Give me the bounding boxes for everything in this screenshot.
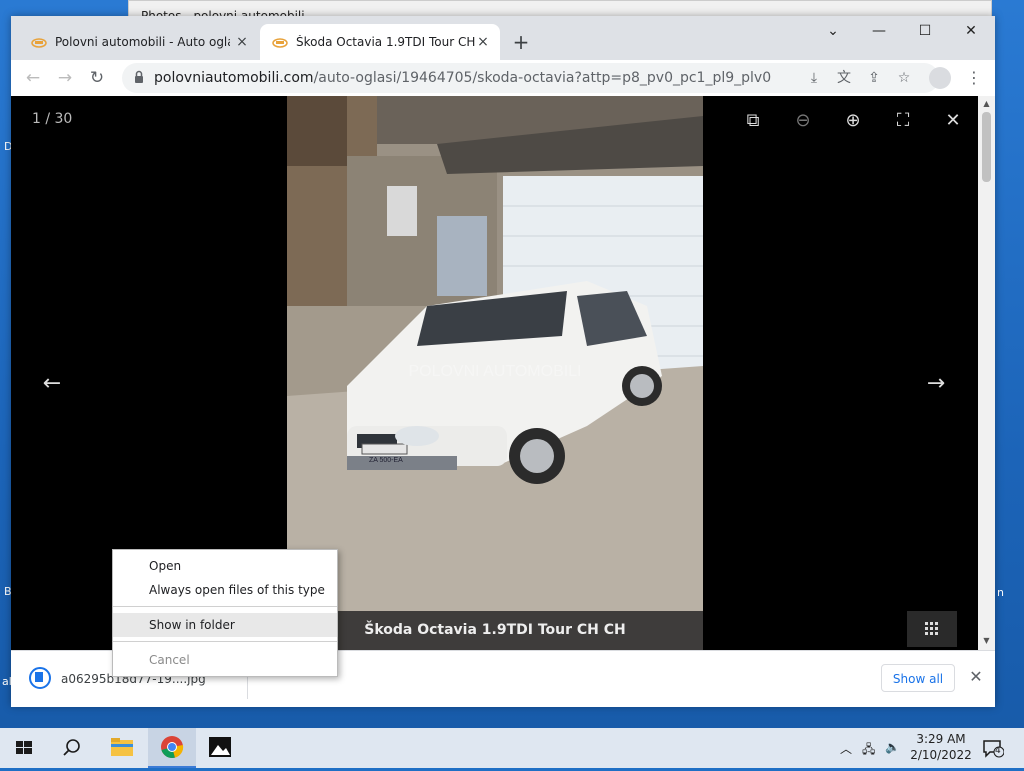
tab-close-icon[interactable]: × bbox=[474, 33, 492, 51]
reload-button[interactable]: ↻ bbox=[85, 66, 109, 90]
scroll-down-icon[interactable]: ▼ bbox=[978, 636, 995, 645]
copy-icon[interactable]: ⧉ bbox=[740, 108, 766, 134]
photo-watermark: POLOVNI AUTOMOBILI bbox=[408, 363, 581, 380]
zoom-out-icon[interactable]: ⊖ bbox=[790, 108, 816, 134]
taskbar: ︿ 🖧 🔈 3:29 AM 2/10/2022 4 bbox=[0, 728, 1024, 768]
menu-separator bbox=[113, 641, 337, 642]
fullscreen-icon[interactable]: ⛶ bbox=[890, 108, 916, 134]
license-plate-text: ZA 500-EA bbox=[369, 457, 403, 464]
menu-item-cancel[interactable]: Cancel bbox=[113, 648, 337, 672]
page-scrollbar[interactable]: ▲ ▼ bbox=[978, 96, 995, 650]
show-hidden-icons-icon[interactable]: ︿ bbox=[840, 740, 852, 757]
tab-polovni-automobili[interactable]: Polovni automobili - Auto oglasi × bbox=[19, 24, 259, 60]
scrollbar-thumb[interactable] bbox=[982, 112, 991, 182]
start-button[interactable] bbox=[0, 728, 48, 768]
file-explorer-button[interactable] bbox=[98, 728, 146, 768]
menu-separator bbox=[113, 606, 337, 607]
tab-skoda-octavia[interactable]: Škoda Octavia 1.9TDI Tour CH CH × bbox=[260, 24, 500, 60]
address-bar[interactable]: polovniautomobili.com/auto-oglasi/194647… bbox=[122, 63, 939, 93]
photo-caption: Škoda Octavia 1.9TDI Tour CH CH bbox=[287, 611, 703, 650]
volume-muted-icon[interactable]: 🔈 bbox=[885, 740, 900, 754]
share-icon[interactable]: ⇪ bbox=[865, 69, 883, 87]
zoom-in-icon[interactable]: ⊕ bbox=[840, 108, 866, 134]
network-icon[interactable]: 🖧 bbox=[862, 740, 875, 761]
close-window-button[interactable]: ✕ bbox=[948, 16, 994, 48]
windows-logo-icon bbox=[16, 741, 32, 754]
menu-item-show-in-folder[interactable]: Show in folder bbox=[113, 613, 337, 637]
chrome-taskbar-button[interactable] bbox=[148, 728, 196, 768]
install-app-icon[interactable]: ⤓ bbox=[805, 69, 823, 87]
car-photo-image: POLOVNI AUTOMOBILI ZA 500-EA bbox=[287, 96, 703, 650]
site-favicon-icon bbox=[31, 38, 47, 48]
notifications-button[interactable]: 4 bbox=[982, 738, 1005, 758]
tab-close-icon[interactable]: × bbox=[233, 33, 251, 51]
folder-icon bbox=[111, 738, 133, 756]
grid-icon bbox=[925, 622, 938, 635]
search-tabs-icon[interactable]: ⌄ bbox=[810, 16, 856, 48]
close-shelf-icon[interactable]: ✕ bbox=[967, 668, 985, 686]
clock-time: 3:29 AM bbox=[916, 732, 966, 746]
url-path: /auto-oglasi/19464705/skoda-octavia?attp… bbox=[313, 70, 772, 86]
clock[interactable]: 3:29 AM 2/10/2022 bbox=[906, 731, 976, 763]
previous-image-arrow-icon[interactable]: ← bbox=[37, 372, 67, 396]
new-tab-button[interactable]: + bbox=[511, 32, 531, 52]
chrome-icon bbox=[161, 736, 184, 758]
chrome-menu-icon[interactable]: ⋮ bbox=[966, 67, 982, 89]
tab-strip: Polovni automobili - Auto oglasi × Škoda… bbox=[11, 16, 995, 60]
minimize-button[interactable]: — bbox=[856, 16, 902, 48]
menu-item-open[interactable]: Open bbox=[113, 554, 337, 578]
scroll-up-icon[interactable]: ▲ bbox=[978, 99, 995, 108]
photos-taskbar-button[interactable] bbox=[196, 728, 244, 768]
url-host: polovniautomobili.com bbox=[154, 70, 314, 86]
lock-icon[interactable] bbox=[134, 70, 144, 84]
download-context-menu: Open Always open files of this type Show… bbox=[112, 549, 338, 677]
next-image-arrow-icon[interactable]: → bbox=[921, 372, 951, 396]
search-button[interactable] bbox=[48, 728, 96, 768]
profile-avatar-icon[interactable] bbox=[929, 67, 951, 89]
tab-title: Polovni automobili - Auto oglasi bbox=[55, 35, 230, 49]
tab-title: Škoda Octavia 1.9TDI Tour CH CH bbox=[296, 35, 478, 49]
menu-item-always-open[interactable]: Always open files of this type bbox=[113, 578, 337, 602]
thumbnail-grid-button[interactable] bbox=[907, 611, 957, 647]
car-photo[interactable]: POLOVNI AUTOMOBILI ZA 500-EA bbox=[287, 96, 703, 650]
site-favicon-icon bbox=[272, 38, 288, 48]
show-all-button[interactable]: Show all bbox=[881, 664, 955, 692]
url-text[interactable]: polovniautomobili.com/auto-oglasi/194647… bbox=[154, 70, 771, 86]
image-file-icon bbox=[29, 667, 51, 689]
toolbar: ← → ↻ polovniautomobili.com/auto-oglasi/… bbox=[11, 60, 995, 97]
translate-icon[interactable]: 文 bbox=[835, 69, 853, 87]
maximize-button[interactable]: ☐ bbox=[902, 16, 948, 48]
forward-button[interactable]: → bbox=[53, 66, 77, 90]
notification-count: 4 bbox=[995, 746, 1001, 756]
bookmark-star-icon[interactable]: ☆ bbox=[895, 69, 913, 87]
image-counter: 1 / 30 bbox=[32, 111, 73, 127]
clock-date: 2/10/2022 bbox=[910, 748, 972, 762]
search-icon bbox=[63, 739, 80, 756]
viewer-close-icon[interactable]: ✕ bbox=[940, 108, 966, 134]
photos-icon bbox=[209, 737, 231, 757]
desktop-icon-label[interactable]: n bbox=[997, 586, 1004, 599]
back-button[interactable]: ← bbox=[21, 66, 45, 90]
